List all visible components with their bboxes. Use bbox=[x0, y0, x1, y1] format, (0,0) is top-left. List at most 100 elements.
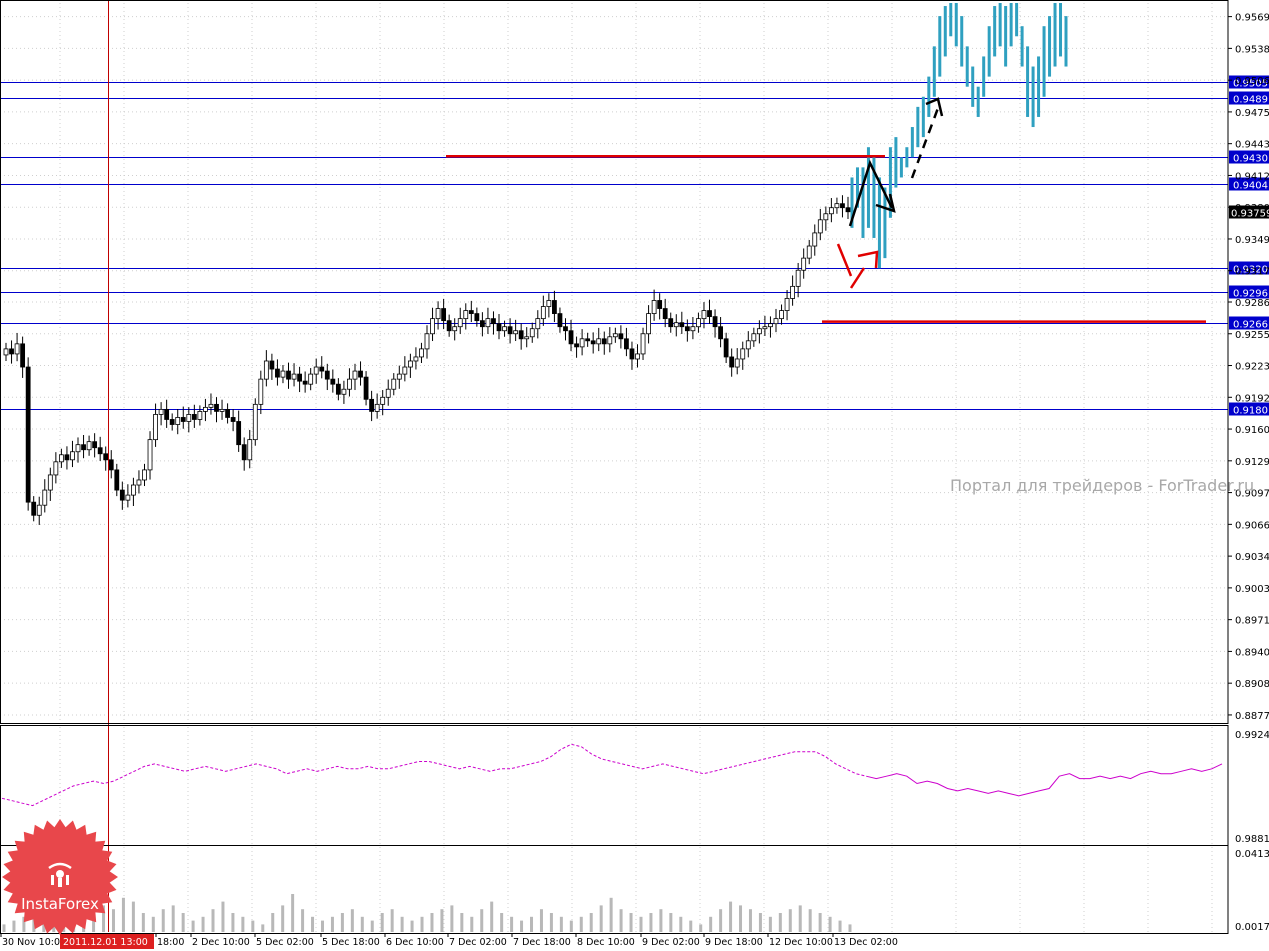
candle-up bbox=[529, 328, 535, 338]
time-tick-label: 2 Dec 10:00 bbox=[192, 937, 250, 948]
candle-up bbox=[219, 408, 225, 412]
price-tick-label: 0.95065 bbox=[1235, 76, 1269, 87]
candle-up bbox=[795, 269, 801, 287]
price-tick-label: 0.92550 bbox=[1235, 330, 1269, 341]
candle-down bbox=[236, 421, 242, 446]
price-tick-label: 0.92235 bbox=[1235, 362, 1269, 373]
projected-bar bbox=[905, 147, 909, 168]
volume-bar bbox=[400, 916, 404, 932]
candle-down bbox=[563, 326, 568, 332]
price-tick-label: 0.90660 bbox=[1235, 520, 1269, 531]
projected-bar bbox=[1031, 66, 1035, 128]
projected-bars bbox=[850, 3, 1068, 269]
candle-up bbox=[14, 343, 20, 355]
volume-bar bbox=[669, 913, 673, 932]
volume-bar bbox=[191, 920, 195, 932]
projected-bar bbox=[987, 26, 991, 77]
price-tick-label: 0.94120 bbox=[1235, 171, 1269, 182]
price-tick-label: 0.94750 bbox=[1235, 108, 1269, 119]
candle-up bbox=[762, 326, 768, 330]
projected-bar bbox=[910, 127, 914, 158]
projected-bar bbox=[949, 3, 953, 37]
projected-bar bbox=[1020, 26, 1024, 67]
candle-down bbox=[718, 326, 723, 340]
candle-up bbox=[673, 322, 679, 328]
candle-up bbox=[463, 310, 469, 320]
projected-bar bbox=[954, 3, 958, 47]
candle-down bbox=[479, 320, 485, 328]
candle-down bbox=[358, 370, 363, 378]
candle-up bbox=[208, 403, 214, 408]
candle-down bbox=[679, 322, 685, 328]
volume-bar bbox=[131, 901, 135, 932]
time-tick-label: 6 Dec 10:00 bbox=[386, 937, 444, 948]
candle-down bbox=[324, 370, 330, 380]
candle-down bbox=[496, 323, 502, 332]
volume-bar bbox=[12, 920, 16, 932]
candle-up bbox=[612, 333, 618, 338]
volume-bar bbox=[778, 913, 782, 932]
time-tick-label: 13 Dec 02:00 bbox=[834, 937, 898, 948]
price-tick-label: 0.95695 bbox=[1235, 13, 1269, 24]
time-tick-label: 30 Nov 10:00 bbox=[2, 937, 66, 948]
candle-up bbox=[435, 308, 441, 320]
projected-bar bbox=[921, 96, 925, 138]
projected-bar bbox=[998, 3, 1002, 47]
candle-up bbox=[291, 373, 297, 380]
candle-down bbox=[668, 318, 674, 328]
volume-bar bbox=[579, 916, 583, 932]
candle-up bbox=[607, 336, 613, 345]
candle-down bbox=[103, 453, 109, 461]
candle-up bbox=[308, 373, 314, 385]
grid bbox=[0, 3, 1228, 932]
volume-bar bbox=[201, 916, 205, 932]
candle-down bbox=[723, 338, 729, 358]
candle-up bbox=[186, 414, 192, 422]
volume-bar bbox=[350, 909, 354, 932]
candle-down bbox=[114, 469, 120, 491]
projected-bar bbox=[1042, 26, 1046, 97]
candle-up bbox=[407, 360, 413, 368]
candle-down bbox=[31, 501, 37, 516]
panel-frame bbox=[0, 0, 1229, 724]
candle-down bbox=[108, 459, 114, 471]
indicator-line-forecast bbox=[866, 763, 1223, 797]
current-price-label: 0.93759 bbox=[1231, 209, 1269, 220]
candle-up bbox=[153, 414, 158, 441]
volume-bar bbox=[699, 924, 703, 932]
volume-bar bbox=[211, 909, 215, 932]
volume-bar bbox=[719, 909, 723, 932]
volume-bar bbox=[709, 916, 713, 932]
candle-up bbox=[773, 318, 779, 325]
volume-bar bbox=[141, 913, 145, 932]
candle-down bbox=[286, 370, 291, 380]
candle-up bbox=[701, 310, 707, 320]
volume-bar bbox=[241, 916, 245, 932]
candle-down bbox=[275, 368, 280, 378]
projected-bar bbox=[976, 86, 980, 117]
candle-down bbox=[9, 348, 14, 355]
candle-up bbox=[413, 356, 419, 362]
volume-bar bbox=[619, 909, 623, 932]
volume-bar bbox=[788, 909, 792, 932]
volume-bar bbox=[450, 905, 454, 932]
candle-up bbox=[313, 366, 319, 375]
projected-bar bbox=[1026, 46, 1030, 117]
candle-up bbox=[252, 403, 258, 441]
volume-bar bbox=[520, 920, 524, 932]
volume-bar bbox=[370, 920, 374, 932]
candle-down bbox=[662, 308, 668, 320]
volume-bar bbox=[430, 913, 434, 932]
candle-up bbox=[751, 333, 757, 342]
volume-bar bbox=[758, 913, 762, 932]
projected-bar bbox=[877, 177, 881, 269]
time-tick-label-highlighted: 2011.12.01 13:00 bbox=[63, 937, 148, 948]
candle-up bbox=[86, 441, 92, 451]
time-tick-label: 8 Dec 10:00 bbox=[577, 937, 635, 948]
volume-bar bbox=[599, 905, 603, 932]
volume-bar bbox=[490, 901, 494, 932]
candle-down bbox=[624, 338, 629, 350]
projected-bar bbox=[1053, 3, 1057, 67]
candle-up bbox=[806, 245, 812, 259]
volume-bar bbox=[808, 909, 812, 932]
